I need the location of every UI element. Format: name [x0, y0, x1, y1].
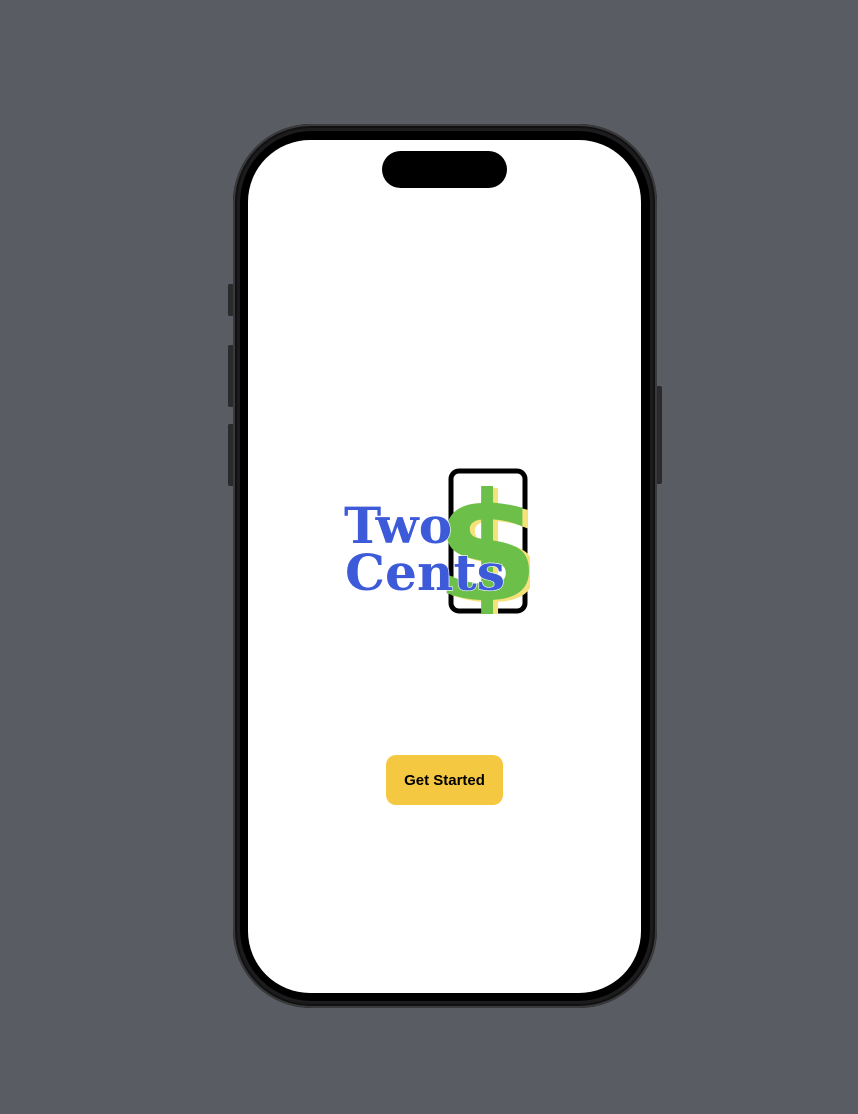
dynamic-island: [382, 151, 507, 188]
app-screen: $ $ Two Cents Get Started: [248, 140, 641, 993]
logo-word-cents: Cents: [345, 543, 505, 602]
two-cents-logo: $ $ Two Cents: [340, 468, 530, 614]
simulator-stage: $ $ Two Cents Get Started: [0, 0, 858, 1114]
get-started-button[interactable]: Get Started: [386, 755, 503, 805]
logo-graphic: $ $ Two Cents: [343, 468, 530, 614]
